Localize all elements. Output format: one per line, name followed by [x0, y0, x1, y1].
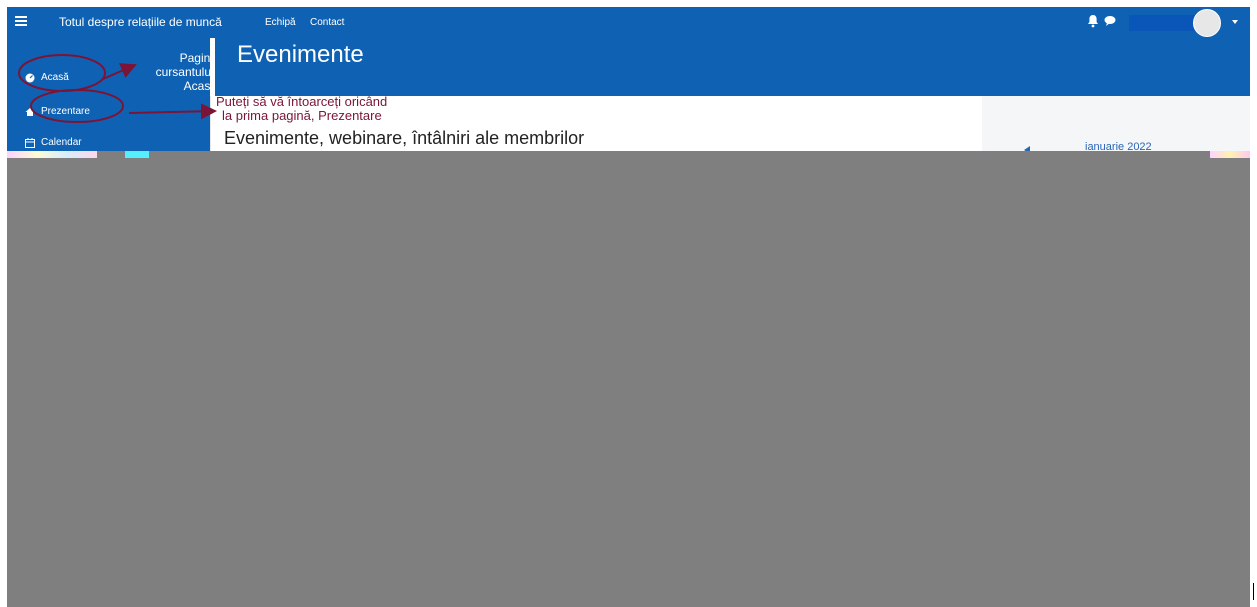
user-name-box[interactable]: [1129, 15, 1197, 31]
sidebar-item-calendar[interactable]: Calendar: [25, 137, 82, 148]
nav-link-echipa[interactable]: Echipă: [265, 17, 296, 28]
dashboard-icon: [25, 73, 35, 82]
image-artifact: [7, 151, 97, 158]
calendar-icon: [25, 137, 35, 148]
sidebar-item-label: Prezentare: [41, 106, 90, 117]
bell-icon[interactable]: [1087, 14, 1099, 28]
sidebar-item-prezentare[interactable]: Prezentare: [25, 106, 90, 117]
hamburger-menu-icon[interactable]: [15, 16, 27, 26]
site-title[interactable]: Totul despre relațiile de muncă: [59, 15, 222, 29]
sidebar-item-label: Calendar: [41, 137, 82, 148]
page-header-band: [210, 38, 1250, 96]
home-icon: [25, 107, 35, 116]
events-section-title: Evenimente, webinare, întâlniri ale memb…: [224, 128, 585, 148]
message-icon[interactable]: [1104, 15, 1116, 27]
image-artifact: [1210, 151, 1250, 158]
sidebar-item-acasa[interactable]: Acasă: [25, 72, 69, 83]
page-title: Evenimente: [237, 41, 364, 68]
image-artifact: [125, 151, 149, 158]
user-avatar[interactable]: [1193, 9, 1221, 37]
annotation-pagina-cursantului: Pagina cursantului, Acasă: [155, 51, 217, 93]
annotation-hint: Puteți să vă întoarceți oricând la prima…: [216, 94, 388, 123]
nav-link-contact[interactable]: Contact: [310, 17, 344, 28]
gray-overlay: [7, 151, 1250, 607]
sidebar: Acasă Prezentare Calendar Pagina cursant…: [7, 38, 217, 151]
edge-mark: [1253, 583, 1254, 600]
app-frame: Totul despre relațiile de muncă Echipă C…: [7, 7, 1250, 607]
user-menu-caret-icon[interactable]: [1232, 20, 1238, 24]
top-navbar: Totul despre relațiile de muncă Echipă C…: [7, 7, 1250, 38]
sidebar-item-label: Acasă: [41, 72, 69, 83]
